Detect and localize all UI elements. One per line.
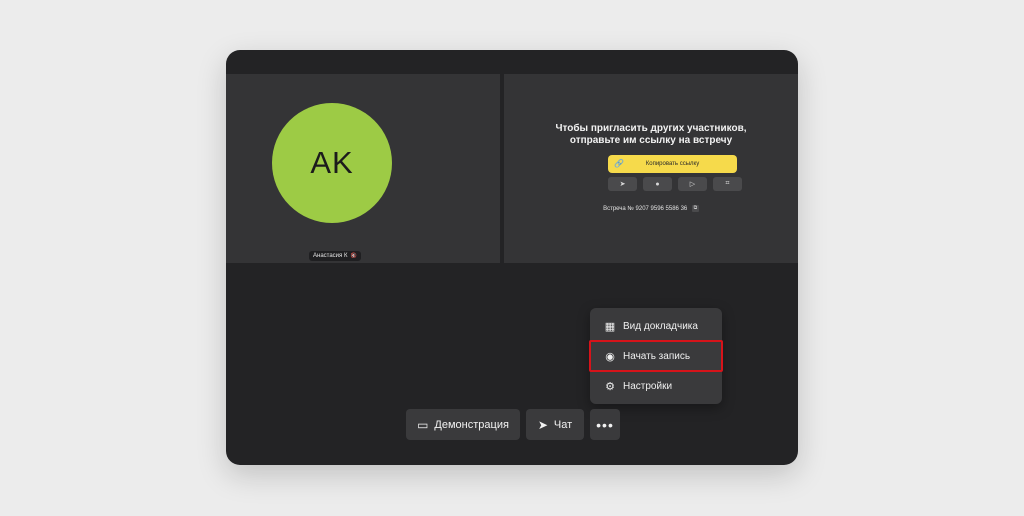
participant-name: Анастасия К (313, 253, 348, 259)
more-menu: ▦ Вид докладчика ◉ Начать запись ⚙ Настр… (589, 308, 723, 404)
menu-item-presenter-view[interactable]: ▦ Вид докладчика (590, 311, 722, 341)
more-button[interactable]: ••• (590, 409, 620, 440)
invite-title: Чтобы пригласить других участников, отпр… (504, 123, 798, 147)
slack-share-button[interactable]: ⌗ (713, 177, 742, 191)
participant-name-tag: Анастасия К 🔇 (309, 251, 361, 261)
copy-link-label: Копировать ссылку (645, 161, 700, 167)
whatsapp-icon: ● (655, 180, 660, 188)
chat-button[interactable]: ➤ Чат (526, 409, 584, 440)
invite-tile: Чтобы пригласить других участников, отпр… (504, 74, 798, 263)
slack-icon: ⌗ (725, 180, 730, 187)
invite-title-line1: Чтобы пригласить других участников, (555, 123, 747, 134)
gear-icon: ⚙ (605, 380, 615, 393)
telegram-icon: ➤ (619, 181, 626, 188)
more-icon: ••• (596, 416, 614, 433)
menu-item-label: Начать запись (623, 350, 691, 362)
whatsapp-share-button[interactable]: ● (643, 177, 672, 191)
meeting-id-text: Встреча № 9207 9596 5586 36 (603, 206, 688, 213)
record-icon: ◉ (605, 350, 615, 363)
meeting-window: AK Анастасия К 🔇 Чтобы пригласить других… (226, 50, 798, 465)
telegram-share-button[interactable]: ➤ (608, 177, 637, 191)
participant-tile: AK Анастасия К 🔇 (226, 74, 500, 263)
screen-share-button[interactable]: ▭ Демонстрация (406, 409, 520, 440)
menu-item-label: Вид докладчика (623, 320, 698, 332)
chat-icon: ➤ (537, 417, 548, 432)
send-icon: ▷ (689, 181, 696, 188)
copy-icon[interactable]: ⧉ (691, 205, 699, 212)
screen-share-label: Демонстрация (434, 418, 509, 431)
avatar: AK (272, 103, 392, 223)
screen-share-icon: ▭ (417, 417, 429, 432)
share-buttons: ➤ ● ▷ ⌗ (608, 177, 742, 191)
menu-item-start-recording[interactable]: ◉ Начать запись (589, 340, 723, 372)
invite-title-line2: отправьте им ссылку на встречу (569, 135, 733, 146)
mic-off-icon: 🔇 (350, 253, 357, 259)
menu-item-label: Настройки (623, 380, 673, 392)
menu-item-settings[interactable]: ⚙ Настройки (590, 371, 722, 401)
send-share-button[interactable]: ▷ (678, 177, 707, 191)
meeting-id: Встреча № 9207 9596 5586 36 ⧉ (504, 205, 798, 212)
chat-label: Чат (553, 418, 573, 431)
copy-link-button[interactable]: 🔗 Копировать ссылку (608, 155, 737, 173)
presenter-view-icon: ▦ (604, 320, 616, 333)
avatar-initials: AK (310, 145, 354, 180)
link-icon: 🔗 (614, 159, 624, 168)
